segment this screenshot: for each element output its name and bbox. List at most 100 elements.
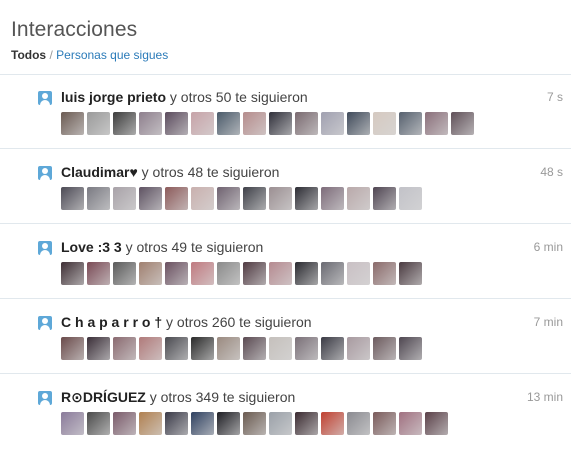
person-follow-icon [38,241,52,255]
follower-avatar[interactable] [217,412,240,435]
follower-name[interactable]: C h a p a r r o † [61,314,162,330]
follower-avatar[interactable] [243,412,266,435]
others-followed-text: y otros 48 te siguieron [141,164,280,180]
follower-avatar[interactable] [217,112,240,135]
follower-avatar[interactable] [61,412,84,435]
follower-avatar[interactable] [191,187,214,210]
follower-avatar[interactable] [87,412,110,435]
follower-name[interactable]: Claudimar♥ [61,164,138,180]
follower-avatar[interactable] [113,112,136,135]
notification-text: R⊙DRÍGUEZ y otros 349 te siguieron [61,389,295,406]
follower-avatar[interactable] [373,337,396,360]
follower-avatar[interactable] [295,262,318,285]
follower-avatar[interactable] [217,262,240,285]
follower-avatar[interactable] [321,262,344,285]
others-followed-text: y otros 349 te siguieron [149,389,296,405]
follower-name[interactable]: Love :3 3 [61,239,122,255]
follower-avatar[interactable] [113,412,136,435]
follower-avatar[interactable] [399,262,422,285]
follower-avatar[interactable] [87,262,110,285]
avatar-strip [61,187,425,211]
follower-name[interactable]: R⊙DRÍGUEZ [61,389,146,405]
follower-avatar[interactable] [243,337,266,360]
follower-name[interactable]: luis jorge prieto [61,89,166,105]
follower-avatar[interactable] [321,337,344,360]
follower-avatar[interactable] [165,412,188,435]
follower-avatar[interactable] [347,337,370,360]
follower-avatar[interactable] [139,187,162,210]
follower-avatar[interactable] [61,187,84,210]
follow-notification[interactable]: luis jorge prieto y otros 50 te siguiero… [0,77,571,149]
follower-avatar[interactable] [243,187,266,210]
follower-avatar[interactable] [295,112,318,135]
follower-avatar[interactable] [191,412,214,435]
follower-avatar[interactable] [451,112,474,135]
follower-avatar[interactable] [321,412,344,435]
notification-text: Claudimar♥ y otros 48 te siguieron [61,164,279,180]
follower-avatar[interactable] [399,412,422,435]
follower-avatar[interactable] [87,187,110,210]
follower-avatar[interactable] [165,337,188,360]
follower-avatar[interactable] [269,262,292,285]
follower-avatar[interactable] [399,187,422,210]
follower-avatar[interactable] [425,112,448,135]
follower-avatar[interactable] [139,412,162,435]
follower-avatar[interactable] [347,262,370,285]
follower-avatar[interactable] [191,337,214,360]
follow-notification[interactable]: C h a p a r r o † y otros 260 te siguier… [0,302,571,374]
follower-avatar[interactable] [165,112,188,135]
follower-avatar[interactable] [269,187,292,210]
follower-avatar[interactable] [295,187,318,210]
follower-avatar[interactable] [87,337,110,360]
follower-avatar[interactable] [139,337,162,360]
follower-avatar[interactable] [399,112,422,135]
follower-avatar[interactable] [269,412,292,435]
follower-avatar[interactable] [61,337,84,360]
follower-avatar[interactable] [243,112,266,135]
follower-avatar[interactable] [373,262,396,285]
timestamp: 48 s [540,165,563,179]
follower-avatar[interactable] [217,187,240,210]
follower-avatar[interactable] [87,112,110,135]
follower-avatar[interactable] [113,337,136,360]
follower-avatar[interactable] [347,112,370,135]
follow-notification[interactable]: R⊙DRÍGUEZ y otros 349 te siguieron 13 mi… [0,377,571,449]
follower-avatar[interactable] [165,187,188,210]
follower-avatar[interactable] [191,262,214,285]
follower-avatar[interactable] [139,262,162,285]
follower-avatar[interactable] [139,112,162,135]
follower-avatar[interactable] [347,187,370,210]
others-followed-text: y otros 260 te siguieron [166,314,312,330]
follower-avatar[interactable] [269,337,292,360]
follower-avatar[interactable] [61,262,84,285]
follower-avatar[interactable] [165,262,188,285]
timestamp: 13 min [526,390,563,404]
notification-text: C h a p a r r o † y otros 260 te siguier… [61,314,312,330]
follower-avatar[interactable] [113,187,136,210]
follower-avatar[interactable] [373,412,396,435]
follower-avatar[interactable] [399,337,422,360]
follower-avatar[interactable] [61,112,84,135]
follower-avatar[interactable] [425,412,448,435]
follower-avatar[interactable] [217,337,240,360]
follower-avatar[interactable] [321,187,344,210]
follower-avatar[interactable] [295,337,318,360]
avatar-strip [61,262,425,286]
follower-avatar[interactable] [269,112,292,135]
follower-avatar[interactable] [113,262,136,285]
follower-avatar[interactable] [243,262,266,285]
follower-avatar[interactable] [321,112,344,135]
others-followed-text: y otros 49 te siguieron [125,239,264,255]
follower-avatar[interactable] [373,187,396,210]
follower-avatar[interactable] [373,112,396,135]
follow-notification[interactable]: Love :3 3 y otros 49 te siguieron 6 min [0,227,571,299]
follower-avatar[interactable] [191,112,214,135]
filter-following-tab[interactable]: Personas que sigues [56,48,168,62]
timestamp: 7 min [533,315,563,329]
timestamp: 7 s [546,90,563,104]
follower-avatar[interactable] [295,412,318,435]
filter-all-tab[interactable]: Todos [11,48,46,62]
person-follow-icon [38,391,52,405]
follow-notification[interactable]: Claudimar♥ y otros 48 te siguieron 48 s [0,152,571,224]
follower-avatar[interactable] [347,412,370,435]
